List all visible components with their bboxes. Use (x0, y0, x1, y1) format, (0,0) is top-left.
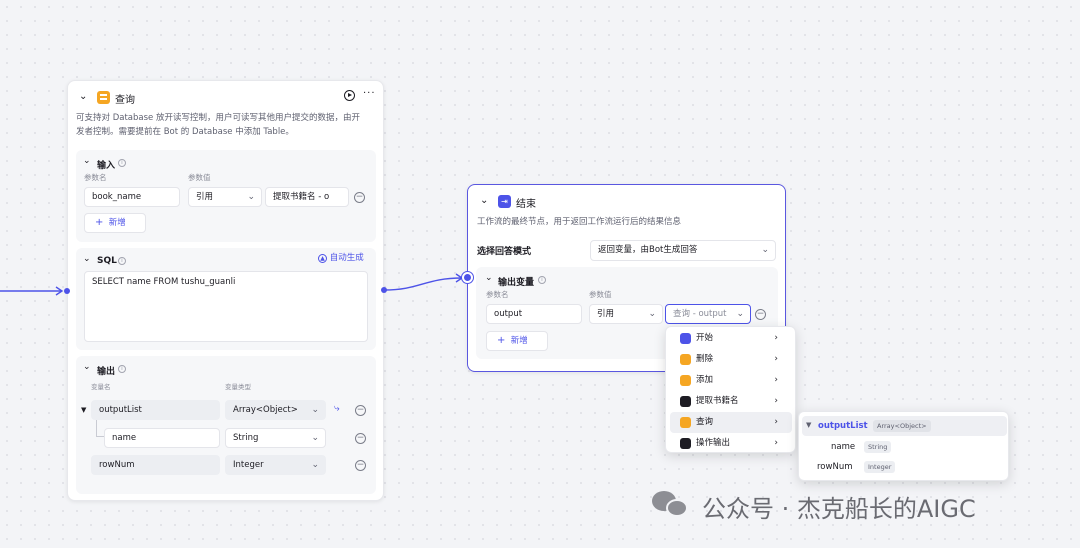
submenu-item-name[interactable]: name String (802, 438, 1007, 456)
column-header-value: 参数值 (188, 173, 211, 182)
column-header-name: 参数名 (486, 290, 509, 299)
collapse-chevron-icon[interactable]: ⌄ (485, 273, 493, 283)
sparkle-icon: ▲ (318, 254, 327, 263)
section-title: 输出 (97, 367, 116, 377)
output-name-field[interactable]: outputList (91, 400, 220, 420)
info-icon: i (118, 257, 126, 265)
collapse-chevron-icon[interactable]: ⌄ (83, 156, 91, 166)
param-name-input[interactable]: book_name (84, 187, 180, 207)
node-title: 结束 (516, 199, 536, 210)
menu-item-add[interactable]: 添加 › (670, 370, 792, 391)
input-section: ⌄ 输入 i 参数名 参数值 book_name 引用 ⌄ 提取书籍名 - o … (76, 150, 376, 242)
database-icon (97, 91, 110, 104)
auto-generate-button[interactable]: ▲ 自动生成 (318, 251, 364, 263)
column-header-value: 参数值 (589, 290, 612, 299)
chevron-right-icon: › (774, 333, 778, 343)
reference-dropdown-menu: 开始 › 删除 › 添加 › 提取书籍名 › 查询 › 操作输出 › (665, 326, 796, 453)
column-header-name: 变量名 (91, 383, 111, 391)
menu-item-operation-output[interactable]: 操作输出 › (670, 433, 792, 454)
section-title: 输入 (97, 161, 116, 171)
sql-section: ⌄ SQL i ▲ 自动生成 SELECT name FROM tushu_gu… (76, 248, 376, 350)
ref-type-select[interactable]: 引用 ⌄ (589, 304, 663, 324)
chevron-down-icon: ⌄ (761, 245, 769, 255)
database-icon (680, 375, 691, 386)
ref-type-select[interactable]: 引用 ⌄ (188, 187, 262, 207)
column-header-name: 参数名 (84, 173, 107, 182)
chevron-right-icon: › (774, 396, 778, 406)
output-name-field[interactable]: rowNum (91, 455, 220, 475)
ref-value-select[interactable]: 查询 - output ⌄ (665, 304, 751, 324)
collapse-chevron-icon[interactable]: ⌄ (83, 254, 91, 264)
add-child-icon[interactable]: ⤷ (334, 403, 340, 414)
plus-icon: + (95, 217, 104, 228)
chevron-down-icon: ⌄ (311, 460, 319, 470)
output-type-select[interactable]: Array<Object> ⌄ (225, 400, 326, 420)
llm-node-icon (680, 396, 691, 407)
info-icon: i (538, 276, 546, 284)
more-icon[interactable]: ··· (363, 88, 376, 99)
output-type-select[interactable]: Integer ⌄ (225, 455, 326, 475)
chevron-down-icon: ⌄ (311, 433, 319, 443)
answer-mode-label: 选择回答模式 (477, 247, 532, 257)
node-description: 工作流的最终节点，用于返回工作流运行后的结果信息 (477, 217, 682, 227)
tree-connector (96, 420, 104, 437)
submenu-item-outputlist[interactable]: ▼ outputList Array<Object> (802, 416, 1007, 436)
start-node-icon (680, 333, 691, 344)
query-node[interactable]: ⌄ 查询 ··· 可支持对 Database 放开读写控制，用户可读写其他用户提… (67, 80, 384, 501)
remove-icon[interactable]: − (755, 309, 766, 320)
chevron-down-icon: ⌄ (247, 192, 255, 202)
database-icon (680, 417, 691, 428)
menu-item-delete[interactable]: 删除 › (670, 349, 792, 370)
output-name-field[interactable]: name (104, 428, 220, 448)
chevron-right-icon: › (774, 417, 778, 427)
add-output-button[interactable]: + 新增 (486, 331, 548, 351)
chevron-right-icon: › (774, 375, 778, 385)
llm-node-icon (680, 438, 691, 449)
node-title: 查询 (115, 95, 135, 106)
info-icon: i (118, 365, 126, 373)
remove-icon[interactable]: − (355, 405, 366, 416)
expand-triangle-icon: ▼ (806, 421, 812, 429)
param-name-input[interactable]: output (486, 304, 582, 324)
database-icon (680, 354, 691, 365)
chevron-right-icon: › (774, 354, 778, 364)
chevron-down-icon: ⌄ (736, 309, 744, 319)
sql-editor[interactable]: SELECT name FROM tushu_guanli (84, 271, 368, 342)
chevron-down-icon: ⌄ (311, 405, 319, 415)
collapse-chevron-icon[interactable]: ⌄ (83, 362, 91, 372)
end-icon: ⇥ (498, 195, 511, 208)
output-port[interactable] (381, 287, 387, 293)
output-section: ⌄ 输出 i 变量名 变量类型 ▼ outputList Array<Objec… (76, 356, 376, 494)
info-icon: i (118, 159, 126, 167)
collapse-chevron-icon[interactable]: ⌄ (79, 91, 87, 102)
remove-icon[interactable]: − (355, 460, 366, 471)
plus-icon: + (497, 335, 506, 346)
collapse-chevron-icon[interactable]: ⌄ (480, 195, 488, 206)
remove-icon[interactable]: − (354, 192, 365, 203)
output-type-select[interactable]: String ⌄ (225, 428, 326, 448)
menu-item-extract-book-name[interactable]: 提取书籍名 › (670, 391, 792, 412)
section-title: SQL (97, 256, 117, 266)
section-title: 输出变量 (498, 278, 535, 288)
add-input-button[interactable]: + 新增 (84, 213, 146, 233)
node-description: 可支持对 Database 放开读写控制，用户可读写其他用户提交的数据，由开 发… (76, 113, 360, 137)
end-input-port[interactable] (462, 272, 473, 283)
wechat-icon (652, 491, 690, 519)
menu-item-query[interactable]: 查询 › (670, 412, 792, 433)
submenu-item-rownum[interactable]: rowNum Integer (802, 458, 1007, 476)
input-port[interactable] (64, 288, 70, 294)
run-icon[interactable] (344, 90, 355, 101)
answer-mode-select[interactable]: 返回变量，由Bot生成回答 ⌄ (590, 240, 776, 261)
remove-icon[interactable]: − (355, 433, 366, 444)
variable-submenu: ▼ outputList Array<Object> name String r… (798, 411, 1009, 481)
ref-value-select[interactable]: 提取书籍名 - o (265, 187, 349, 207)
menu-item-start[interactable]: 开始 › (670, 328, 792, 349)
column-header-type: 变量类型 (225, 383, 251, 391)
chevron-right-icon: › (774, 438, 778, 448)
expand-triangle-icon[interactable]: ▼ (81, 406, 86, 414)
chevron-down-icon: ⌄ (648, 309, 656, 319)
